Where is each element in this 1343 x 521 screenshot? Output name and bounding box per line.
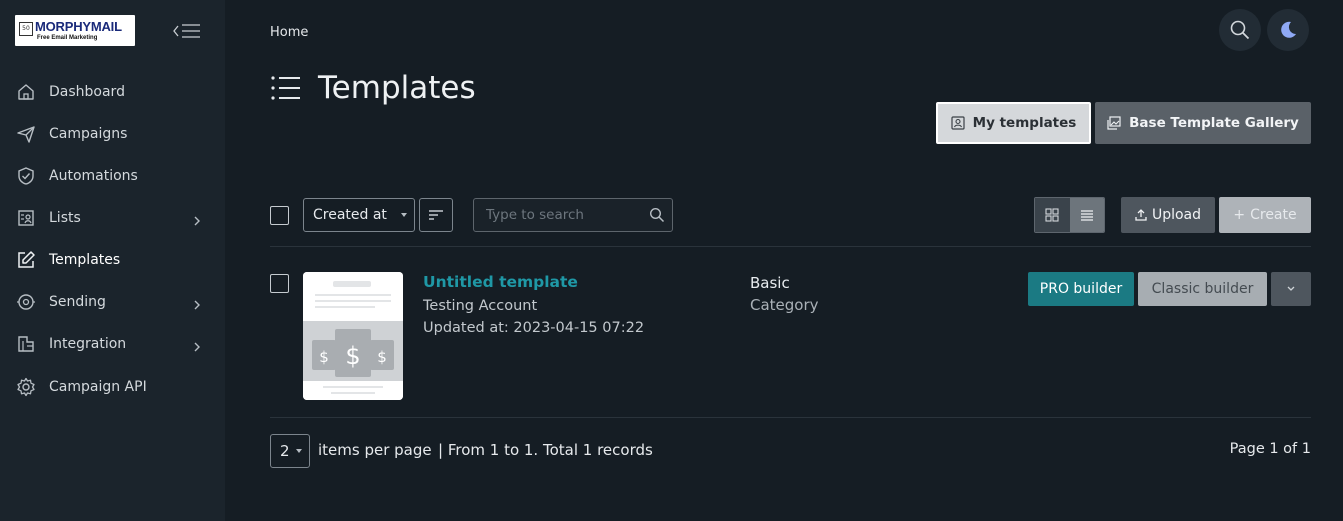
gear-icon bbox=[16, 377, 36, 397]
divider bbox=[270, 246, 1311, 247]
sidebar-item-campaign-api[interactable]: Campaign API bbox=[0, 365, 225, 409]
logo-name: MORPHYMAIL bbox=[35, 19, 122, 34]
sort-direction-button[interactable] bbox=[419, 198, 453, 232]
select-all-checkbox[interactable] bbox=[270, 206, 289, 225]
sidebar-item-label: Automations bbox=[49, 168, 138, 184]
chevron-right-icon bbox=[193, 296, 201, 315]
template-thumbnail[interactable]: $ $ $ bbox=[303, 272, 403, 400]
template-preview-image: $ $ $ bbox=[303, 272, 403, 400]
home-icon bbox=[16, 82, 36, 102]
sidebar-item-label: Dashboard bbox=[49, 84, 125, 100]
template-owner: Testing Account bbox=[423, 298, 538, 314]
chevron-right-icon bbox=[193, 338, 201, 357]
collapse-sidebar-button[interactable] bbox=[172, 20, 202, 42]
sidebar-item-sending[interactable]: Sending bbox=[0, 281, 225, 323]
page-title: Templates bbox=[318, 70, 476, 106]
brand-logo[interactable]: 50 MORPHYMAIL Free Email Marketing bbox=[15, 15, 135, 46]
list-view-icon bbox=[1080, 210, 1093, 221]
chevron-down-icon bbox=[1287, 286, 1295, 291]
integration-icon bbox=[16, 334, 36, 354]
records-summary: | From 1 to 1. Total 1 records bbox=[438, 441, 653, 459]
grid-icon bbox=[1045, 208, 1059, 222]
sort-by-select[interactable]: Created at bbox=[303, 198, 415, 232]
search-input[interactable] bbox=[486, 205, 646, 225]
template-category-label: Category bbox=[750, 296, 819, 314]
search-field[interactable] bbox=[473, 198, 673, 232]
divider bbox=[270, 417, 1311, 418]
sidebar-item-automations[interactable]: Automations bbox=[0, 155, 225, 197]
per-page-select[interactable]: 2 bbox=[270, 434, 310, 468]
view-toggle bbox=[1034, 197, 1105, 233]
shield-check-icon bbox=[16, 166, 36, 186]
grid-view-button[interactable] bbox=[1035, 198, 1070, 232]
sending-icon bbox=[16, 292, 36, 312]
logo-tagline: Free Email Marketing bbox=[37, 35, 98, 41]
sidebar-item-label: Integration bbox=[49, 336, 127, 352]
row-checkbox[interactable] bbox=[270, 274, 289, 293]
classic-builder-button[interactable]: Classic builder bbox=[1138, 272, 1267, 306]
per-page-value: 2 bbox=[280, 442, 290, 460]
edit-icon bbox=[16, 250, 36, 270]
sidebar-item-dashboard[interactable]: Dashboard bbox=[0, 71, 225, 113]
upload-button[interactable]: Upload bbox=[1121, 197, 1215, 233]
tab-label: Base Template Gallery bbox=[1129, 115, 1299, 131]
user-template-icon bbox=[951, 116, 965, 130]
sidebar-nav: Dashboard Campaigns Automations Lists Te… bbox=[0, 71, 225, 409]
tab-label: My templates bbox=[972, 115, 1077, 131]
template-updated-at: Updated at: 2023-04-15 07:22 bbox=[423, 320, 645, 336]
sort-by-value: Created at bbox=[313, 207, 387, 223]
sidebar-item-label: Campaign API bbox=[49, 379, 147, 395]
plus-icon: + bbox=[1233, 207, 1246, 223]
sidebar-item-integration[interactable]: Integration bbox=[0, 323, 225, 365]
gallery-icon bbox=[1107, 116, 1121, 130]
search-icon bbox=[1230, 20, 1250, 40]
create-button[interactable]: + Create bbox=[1219, 197, 1311, 233]
sort-icon bbox=[429, 210, 443, 220]
menu-collapse-icon bbox=[173, 24, 200, 38]
list-icon bbox=[271, 76, 300, 100]
sidebar-item-label: Lists bbox=[49, 210, 81, 226]
sidebar-item-label: Sending bbox=[49, 294, 106, 310]
tab-base-template-gallery[interactable]: Base Template Gallery bbox=[1095, 102, 1311, 144]
svg-text:$: $ bbox=[377, 348, 387, 366]
svg-text:$: $ bbox=[345, 342, 360, 370]
create-label: Create bbox=[1250, 207, 1297, 223]
upload-icon bbox=[1135, 209, 1147, 221]
paper-plane-icon bbox=[16, 124, 36, 144]
search-icon bbox=[649, 207, 665, 227]
more-actions-button[interactable] bbox=[1271, 272, 1311, 306]
search-button[interactable] bbox=[1219, 9, 1261, 51]
theme-toggle-button[interactable] bbox=[1267, 9, 1309, 51]
sidebar-item-label: Campaigns bbox=[49, 126, 128, 142]
upload-label: Upload bbox=[1151, 207, 1202, 223]
sidebar-item-lists[interactable]: Lists bbox=[0, 197, 225, 239]
chevron-right-icon bbox=[193, 212, 201, 231]
template-category: Basic bbox=[750, 274, 790, 292]
template-name-link[interactable]: Untitled template bbox=[423, 273, 578, 291]
breadcrumb[interactable]: Home bbox=[270, 25, 308, 40]
per-page-label: items per page bbox=[318, 441, 432, 459]
sidebar-item-label: Templates bbox=[49, 252, 121, 268]
logo-mark: 50 bbox=[19, 22, 33, 36]
caret-down-icon bbox=[296, 449, 302, 453]
sidebar: 50 MORPHYMAIL Free Email Marketing Dashb… bbox=[0, 0, 225, 521]
svg-text:$: $ bbox=[319, 348, 329, 366]
page-header: Templates bbox=[270, 70, 476, 106]
moon-icon bbox=[1281, 21, 1296, 38]
list-view-button[interactable] bbox=[1069, 198, 1104, 232]
pro-builder-button[interactable]: PRO builder bbox=[1028, 272, 1134, 306]
contacts-list-icon bbox=[16, 208, 36, 228]
sidebar-item-campaigns[interactable]: Campaigns bbox=[0, 113, 225, 155]
page-indicator: Page 1 of 1 bbox=[1229, 441, 1311, 457]
tab-my-templates[interactable]: My templates bbox=[936, 102, 1091, 144]
caret-down-icon bbox=[401, 213, 407, 217]
sidebar-item-templates[interactable]: Templates bbox=[0, 239, 225, 281]
